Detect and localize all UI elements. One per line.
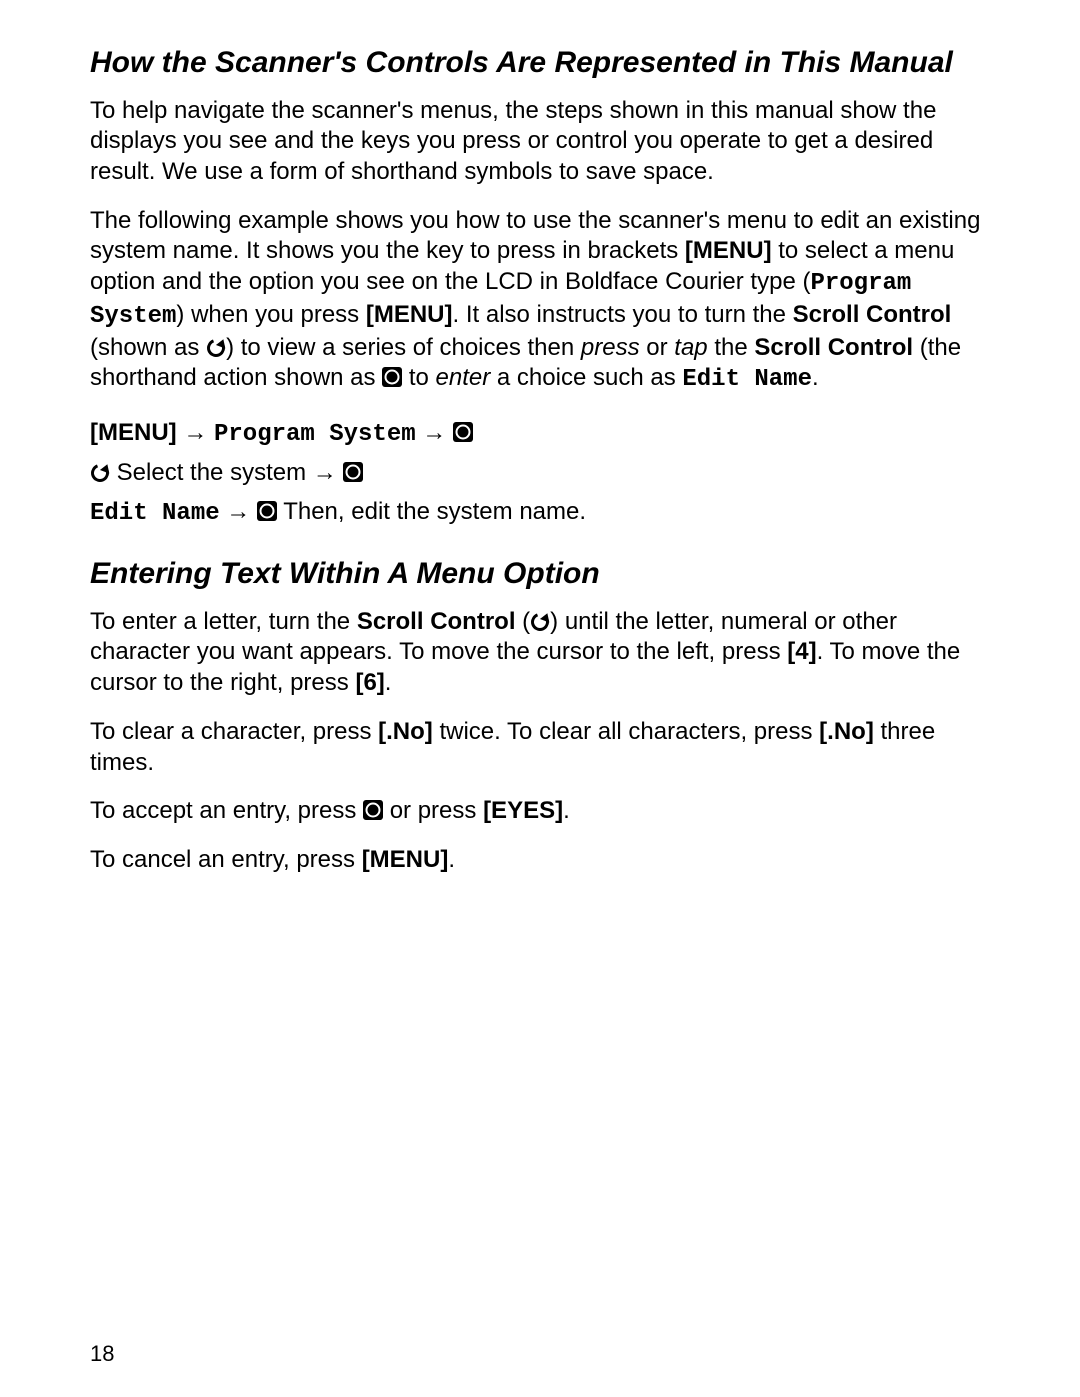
text: twice. To clear all characters, press <box>433 718 819 745</box>
section-heading-controls: How the Scanner's Controls Are Represent… <box>90 44 990 82</box>
scroll-icon <box>206 338 226 358</box>
text: To clear a character, press <box>90 718 378 745</box>
arrow-icon: → <box>220 498 257 525</box>
scroll-icon <box>530 612 550 632</box>
text: the <box>708 334 755 361</box>
tap-word: tap <box>674 334 707 361</box>
entering-text-para-2: To clear a character, press [.No] twice.… <box>90 717 990 778</box>
intro-paragraph-1: To help navigate the scanner's menus, th… <box>90 96 990 188</box>
text: . It also instructs you to turn the <box>453 301 793 328</box>
press-word: press <box>581 334 640 361</box>
text: a choice such as <box>490 364 682 391</box>
step-line-2: Select the system → <box>90 454 990 492</box>
menu-key: [MENU] <box>366 301 453 328</box>
text: Then, edit the system name. <box>277 498 586 525</box>
manual-page: How the Scanner's Controls Are Represent… <box>0 0 1080 1397</box>
key-no: [.No] <box>378 718 433 745</box>
lcd-text-edit-name: Edit Name <box>682 366 812 393</box>
scroll-control-label: Scroll Control <box>754 334 913 361</box>
text: Select the system <box>110 459 313 486</box>
arrow-icon: → <box>313 459 344 486</box>
text: or press <box>383 797 483 824</box>
text: or <box>640 334 675 361</box>
scroll-control-label: Scroll Control <box>793 301 952 328</box>
text: To accept an entry, press <box>90 797 363 824</box>
arrow-icon: → <box>416 419 453 446</box>
entering-text-para-3: To accept an entry, press or press [EYES… <box>90 796 990 827</box>
scroll-icon <box>90 463 110 483</box>
section-heading-entering-text: Entering Text Within A Menu Option <box>90 555 990 593</box>
text: . <box>385 669 392 696</box>
text: ) to view a series of choices then <box>226 334 581 361</box>
menu-key: [MENU] <box>362 846 449 873</box>
push-icon <box>453 422 473 442</box>
enter-word: enter <box>436 364 491 391</box>
key-eyes: [EYES] <box>483 797 563 824</box>
lcd-text-program-system: Program System <box>214 421 416 448</box>
entering-text-para-4: To cancel an entry, press [MENU]. <box>90 845 990 876</box>
key-4: [4] <box>787 638 816 665</box>
text: . <box>448 846 455 873</box>
entering-text-para-1: To enter a letter, turn the Scroll Contr… <box>90 607 990 699</box>
text: . <box>563 797 570 824</box>
menu-key: [MENU] <box>90 419 177 446</box>
push-icon <box>257 501 277 521</box>
text: . <box>812 364 819 391</box>
key-no: [.No] <box>819 718 874 745</box>
lcd-text-edit-name: Edit Name <box>90 500 220 527</box>
push-icon <box>343 462 363 482</box>
arrow-icon: → <box>177 419 214 446</box>
scroll-control-label: Scroll Control <box>357 608 516 635</box>
push-icon <box>382 367 402 387</box>
page-number: 18 <box>90 1341 114 1367</box>
push-icon <box>363 800 383 820</box>
text: ) when you press <box>176 301 365 328</box>
menu-key: [MENU] <box>685 237 772 264</box>
text: To cancel an entry, press <box>90 846 362 873</box>
text: ( <box>516 608 531 635</box>
intro-paragraph-2: The following example shows you how to u… <box>90 206 990 396</box>
text: to <box>402 364 435 391</box>
key-6: [6] <box>355 669 384 696</box>
step-line-1: [MENU] → Program System → <box>90 414 990 454</box>
text: To enter a letter, turn the <box>90 608 357 635</box>
text: (shown as <box>90 334 206 361</box>
step-line-3: Edit Name → Then, edit the system name. <box>90 493 990 533</box>
menu-steps: [MENU] → Program System → Select the sys… <box>90 414 990 533</box>
